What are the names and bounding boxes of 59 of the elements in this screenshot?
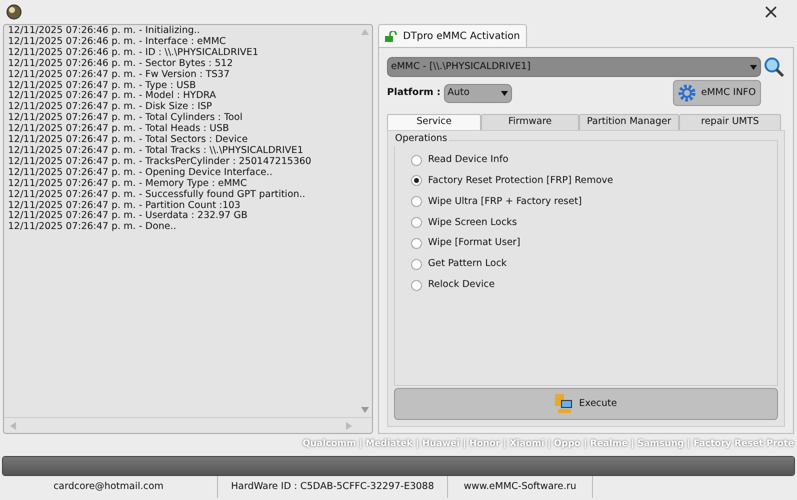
tab[interactable]: Firmware bbox=[481, 114, 579, 130]
log-line: 12/11/2025 07:26:46 p. m. - ID : \\.\PHYSICALDRIVE1 bbox=[8, 48, 260, 59]
computer-icon bbox=[555, 394, 573, 414]
log-line: 12/11/2025 07:26:47 p. m. - Fw Version : TS37 bbox=[8, 70, 231, 81]
log-line: 12/11/2025 07:26:47 p. m. - Partition Count :103 bbox=[8, 200, 242, 210]
status-text: www.eMMC-Software.ru bbox=[448, 476, 593, 498]
search-icon[interactable] bbox=[763, 56, 785, 78]
option-label: Relock Device bbox=[428, 278, 495, 292]
option-label: Wipe Ultra [FRP + Factory reset] bbox=[428, 194, 582, 209]
log-line: 12/11/2025 07:26:46 p. m. - Interface : eMMC bbox=[8, 36, 227, 48]
padlock-icon bbox=[385, 30, 397, 42]
tab[interactable]: Service bbox=[387, 114, 481, 130]
radio-button[interactable] bbox=[411, 280, 422, 291]
log-line: 12/11/2025 07:26:47 p. m. - Disk Size : ISP bbox=[8, 102, 213, 112]
scroll-up-icon[interactable] bbox=[361, 29, 369, 35]
radio-button[interactable] bbox=[411, 196, 422, 208]
log-line: 12/11/2025 07:26:47 p. m. - Done.. bbox=[8, 222, 178, 234]
device-dropdown[interactable]: eMMC - [\\.\PHYSICALDRIVE1] bbox=[387, 57, 761, 77]
option-label: Get Pattern Lock bbox=[428, 257, 507, 272]
dropdown-arrow-icon bbox=[750, 64, 757, 70]
log-line: 12/11/2025 07:26:47 p. m. - Userdata : 232.97 GB bbox=[8, 211, 249, 222]
group-title: Operations bbox=[393, 132, 450, 146]
status-text: HardWare ID : C5DAB-5CFFC-32297-E3088 bbox=[218, 476, 448, 498]
tab[interactable]: repair UMTS bbox=[679, 114, 781, 130]
log-line: 12/11/2025 07:26:47 p. m. - Total Cylinders : Tool bbox=[8, 113, 244, 124]
app-logo-icon bbox=[6, 4, 22, 20]
log-line: 12/11/2025 07:26:47 p. m. - Opening Device Interface.. bbox=[8, 168, 274, 179]
option-label: Read Device Info bbox=[428, 153, 508, 167]
radio-button[interactable] bbox=[411, 175, 422, 186]
status-text: cardcore@hotmail.com bbox=[0, 476, 218, 498]
scroll-right-icon[interactable] bbox=[346, 422, 352, 430]
log-line: 12/11/2025 07:26:47 p. m. - TracksPerCylinder : 250147215360 bbox=[8, 156, 312, 168]
log-line: 12/11/2025 07:26:47 p. m. - Total Heads : USB bbox=[8, 124, 230, 134]
platform-label: Platform : bbox=[387, 86, 441, 100]
option-label: Factory Reset Protection [FRP] Remove bbox=[428, 174, 614, 188]
execute-button[interactable]: Execute bbox=[394, 388, 778, 420]
log-line: 12/11/2025 07:26:47 p. m. - Memory Type : eMMC bbox=[8, 178, 248, 190]
radio-button[interactable] bbox=[411, 217, 422, 228]
platform-dropdown[interactable]: Auto bbox=[444, 84, 512, 102]
gear-icon bbox=[678, 84, 696, 102]
log-line: 12/11/2025 07:26:47 p. m. - Total Sectors : Device bbox=[8, 135, 249, 146]
dropdown-arrow-icon bbox=[500, 90, 508, 96]
close-icon[interactable] bbox=[765, 6, 777, 18]
option-label: Wipe [Format User] bbox=[428, 236, 520, 250]
log-line: 12/11/2025 07:26:47 p. m. - Total Tracks : \\.\PHYSICALDRIVE1 bbox=[8, 146, 304, 156]
log-line: 12/11/2025 07:26:46 p. m. - Sector Bytes : 512 bbox=[8, 58, 234, 70]
tab[interactable]: Partition Manager bbox=[579, 114, 679, 130]
log-line: 12/11/2025 07:26:47 p. m. - Type : USB bbox=[8, 80, 197, 91]
emmc-info-button[interactable]: eMMC INFO bbox=[673, 80, 761, 106]
option-label: Wipe Screen Locks bbox=[428, 216, 518, 230]
radio-button[interactable] bbox=[411, 258, 422, 270]
scroll-left-icon[interactable] bbox=[10, 422, 16, 430]
log-line: 12/11/2025 07:26:46 p. m. - Initializing.. bbox=[8, 26, 201, 36]
radio-button[interactable] bbox=[411, 238, 422, 249]
radio-button[interactable] bbox=[411, 154, 422, 166]
scroll-down-icon[interactable] bbox=[361, 407, 369, 413]
log-line: 12/11/2025 07:26:47 p. m. - Successfully found GPT partition.. bbox=[8, 190, 306, 200]
main-tab[interactable]: DTpro eMMC Activation bbox=[378, 24, 527, 47]
log-line: 12/11/2025 07:26:47 p. m. - Model : HYDRA bbox=[8, 91, 218, 102]
